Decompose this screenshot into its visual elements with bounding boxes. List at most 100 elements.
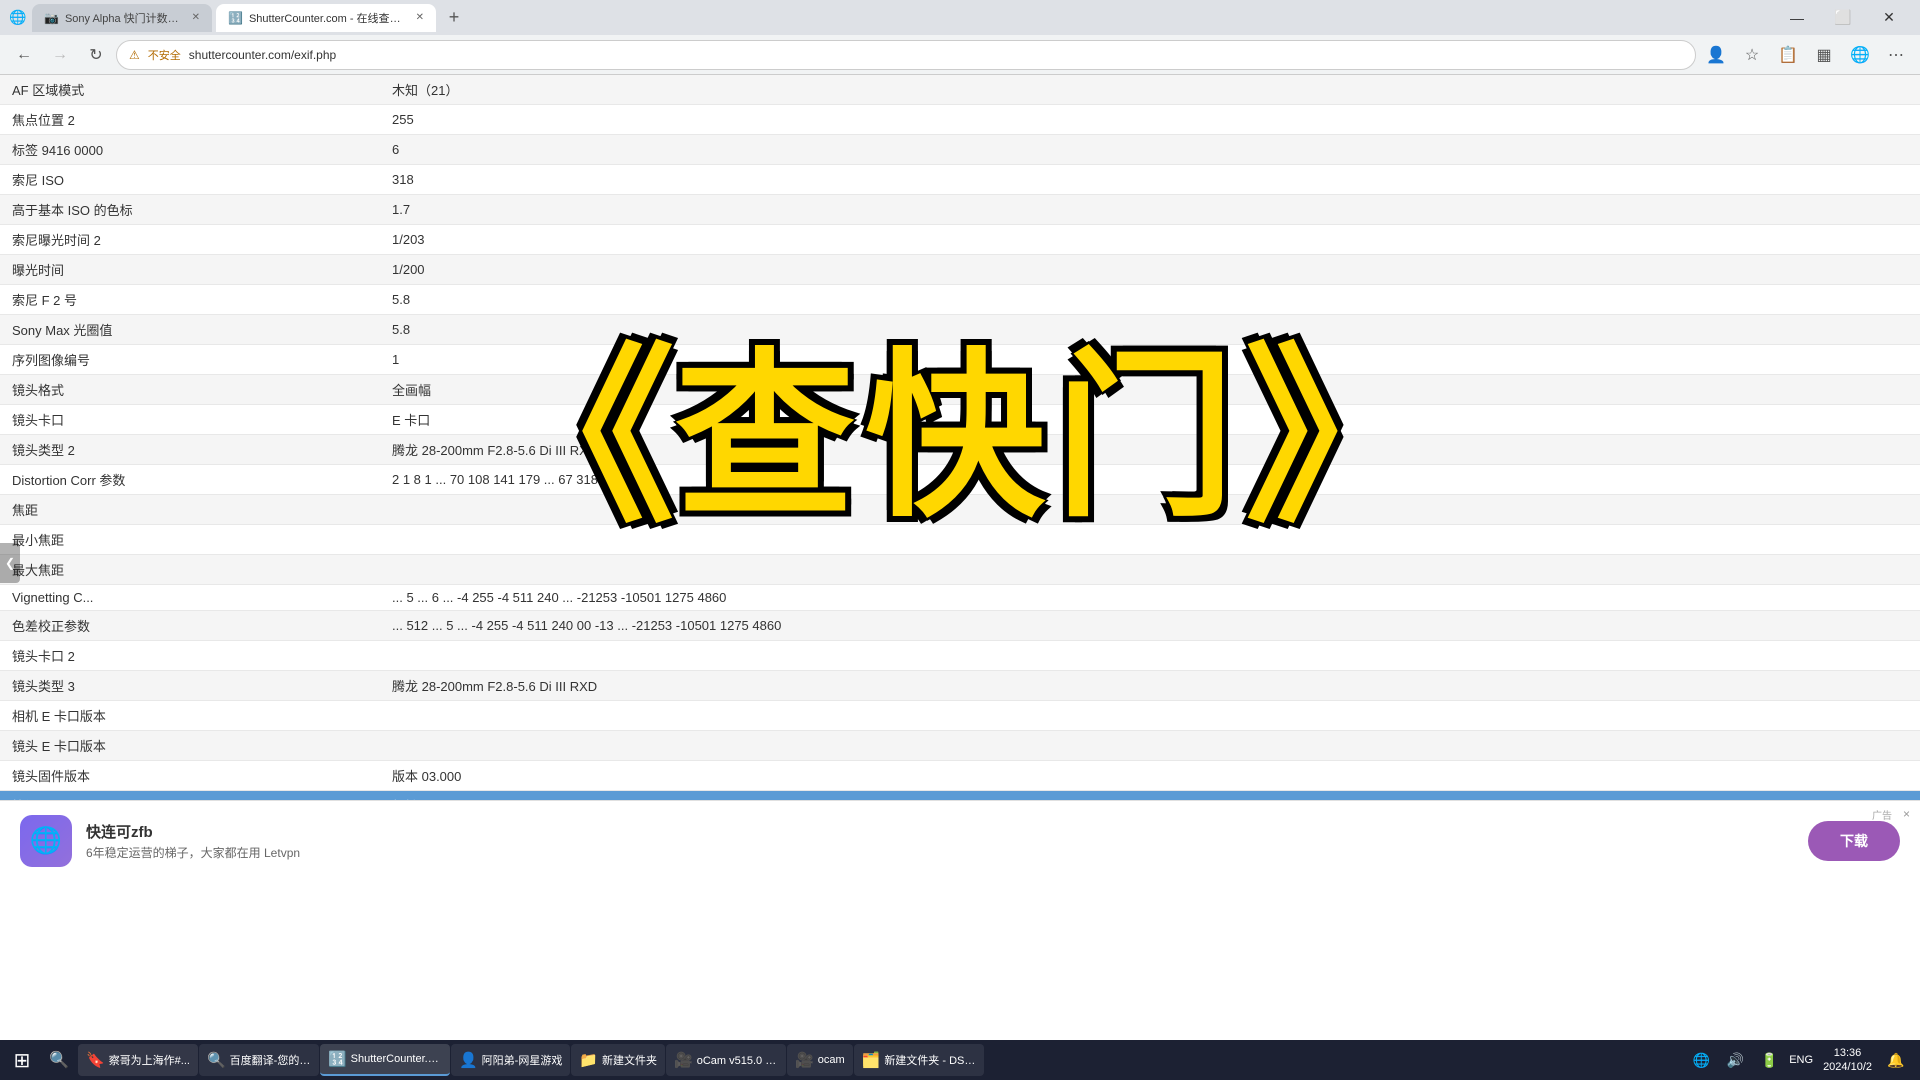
field-label: 镜头 E 卡口版本: [0, 731, 380, 761]
table-row: 索尼 F 2 号 5.8: [0, 285, 1920, 315]
field-label: 高于基本 ISO 的色标: [0, 195, 380, 225]
field-value: 1/200: [380, 255, 1920, 285]
more-icon[interactable]: ⋯: [1880, 39, 1912, 71]
table-row: 曝光时间 1/200: [0, 255, 1920, 285]
profile-icon[interactable]: 👤: [1700, 39, 1732, 71]
field-label: 索尼曝光时间 2: [0, 225, 380, 255]
field-label: Distortion Corr 参数: [0, 465, 380, 495]
taskbar-app-7[interactable]: 🎥 ocam: [787, 1044, 853, 1076]
url-text: shuttercounter.com/exif.php: [189, 48, 336, 62]
field-label: 标签 9416 0000: [0, 135, 380, 165]
table-row: 镜头类型 2 腾龙 28-200mm F2.8-5.6 Di III RXD: [0, 435, 1920, 465]
tab-inactive[interactable]: 📷 Sony Alpha 快门计数工具 ✕: [32, 4, 212, 32]
taskbar-app-4[interactable]: 👤 阿阳弟-网星游戏: [451, 1044, 570, 1076]
reload-button[interactable]: ↻: [80, 39, 112, 71]
ad-download-button[interactable]: 下载: [1808, 821, 1900, 861]
window-icon: 🌐: [8, 8, 28, 28]
taskbar-app-7-label: ocam: [818, 1054, 845, 1066]
favorites-icon[interactable]: ☆: [1736, 39, 1768, 71]
field-label-highlighted: 快门: [0, 791, 380, 801]
table-row: 焦距: [0, 495, 1920, 525]
field-value: 5.8: [380, 315, 1920, 345]
minimize-button[interactable]: —: [1774, 2, 1820, 34]
field-value: 腾龙 28-200mm F2.8-5.6 Di III RXD: [380, 671, 1920, 701]
taskbar-app-2[interactable]: 🔍 百度翻译-您的国际...: [199, 1044, 319, 1076]
tab-close-btn[interactable]: ✕: [192, 12, 200, 23]
field-label: 相机 E 卡口版本: [0, 701, 380, 731]
field-value: E 卡口: [380, 405, 1920, 435]
table-row: 镜头固件版本 版本 03.000: [0, 761, 1920, 791]
field-value: 全画幅: [380, 375, 1920, 405]
ad-close-button[interactable]: ×: [1903, 807, 1910, 821]
field-value: [380, 731, 1920, 761]
taskbar-sound-icon[interactable]: 🔊: [1721, 1046, 1749, 1074]
exif-table-container: AF 区域模式 木知（21） 焦点位置 2 255 标签 9416 0000 6…: [0, 75, 1920, 800]
field-label: 索尼 F 2 号: [0, 285, 380, 315]
taskbar-app-6[interactable]: 🎥 oCam v515.0 实...: [666, 1044, 786, 1076]
field-value: 2 1 8 1 ... 70 108 141 179 ... 67 318 ..…: [380, 465, 1920, 495]
field-label: 镜头卡口 2: [0, 641, 380, 671]
collections-icon[interactable]: 📋: [1772, 39, 1804, 71]
taskbar-app-5[interactable]: 📁 新建文件夹: [571, 1044, 665, 1076]
table-row: 镜头卡口 E 卡口: [0, 405, 1920, 435]
content-area: AF 区域模式 木知（21） 焦点位置 2 255 标签 9416 0000 6…: [0, 75, 1920, 800]
ad-title: 快连可zfb: [86, 821, 1794, 842]
table-row: 相机 E 卡口版本: [0, 701, 1920, 731]
table-row-highlighted: 快门 机械 （18944 96 9）: [0, 791, 1920, 801]
security-badge: 不安全: [148, 47, 181, 63]
table-row: 最大焦距: [0, 555, 1920, 585]
field-label: 最小焦距: [0, 525, 380, 555]
close-button[interactable]: ✕: [1866, 2, 1912, 34]
field-value: ... 5 ... 6 ... -4 255 -4 511 240 ... -2…: [380, 585, 1920, 611]
taskbar-app-3[interactable]: 🔢 ShutterCounter.c...: [320, 1044, 450, 1076]
field-value: 5.8: [380, 285, 1920, 315]
scroll-left-indicator[interactable]: ❮: [0, 543, 20, 583]
taskbar-notification-icon[interactable]: 🔔: [1882, 1046, 1910, 1074]
taskbar-right-area: 🌐 🔊 🔋 ENG 13:36 2024/10/2 🔔: [1687, 1046, 1916, 1075]
taskbar-battery-icon[interactable]: 🔋: [1755, 1046, 1783, 1074]
taskbar-app-6-icon: 🎥: [674, 1051, 693, 1069]
field-label: 索尼 ISO: [0, 165, 380, 195]
maximize-button[interactable]: ⬜: [1820, 2, 1866, 34]
field-value: 版本 03.000: [380, 761, 1920, 791]
field-label: 镜头格式: [0, 375, 380, 405]
back-button[interactable]: ←: [8, 39, 40, 71]
field-label: AF 区域模式: [0, 75, 380, 105]
taskbar-app-5-label: 新建文件夹: [602, 1052, 657, 1068]
taskbar-app-4-label: 阿阳弟-网星游戏: [482, 1052, 563, 1068]
browser-window: 🌐 📷 Sony Alpha 快门计数工具 ✕ 🔢 ShutterCounter…: [0, 0, 1920, 880]
taskbar-app-1-icon: 🔖: [86, 1051, 105, 1069]
taskbar-clock[interactable]: 13:36 2024/10/2: [1819, 1046, 1876, 1075]
field-label: 最大焦距: [0, 555, 380, 585]
tab-label: Sony Alpha 快门计数工具: [65, 10, 186, 26]
table-row: 镜头 E 卡口版本: [0, 731, 1920, 761]
forward-button[interactable]: →: [44, 39, 76, 71]
field-label: 焦距: [0, 495, 380, 525]
table-row: 索尼曝光时间 2 1/203: [0, 225, 1920, 255]
field-value: 255: [380, 105, 1920, 135]
field-value: 1.7: [380, 195, 1920, 225]
table-row: 镜头卡口 2: [0, 641, 1920, 671]
extension-icon[interactable]: 🌐: [1844, 39, 1876, 71]
sidebar-icon[interactable]: ▦: [1808, 39, 1840, 71]
table-row: Distortion Corr 参数 2 1 8 1 ... 70 108 14…: [0, 465, 1920, 495]
add-tab-button[interactable]: +: [440, 4, 468, 32]
tab-active-icon: 🔢: [228, 11, 243, 25]
field-label: 镜头类型 3: [0, 671, 380, 701]
start-button[interactable]: ⊞: [4, 1042, 40, 1078]
table-row: 索尼 ISO 318: [0, 165, 1920, 195]
field-value: 1/203: [380, 225, 1920, 255]
taskbar-app-8[interactable]: 🗂️ 新建文件夹 - DSC...: [854, 1044, 984, 1076]
taskbar-app-8-label: 新建文件夹 - DSC...: [884, 1052, 975, 1068]
table-row: Sony Max 光圈值 5.8: [0, 315, 1920, 345]
field-value: 6: [380, 135, 1920, 165]
taskbar-date: 2024/10/2: [1823, 1060, 1872, 1074]
tab-active[interactable]: 🔢 ShutterCounter.com - 在线查断#... ✕: [216, 4, 436, 32]
taskbar-network-icon[interactable]: 🌐: [1687, 1046, 1715, 1074]
ad-text: 快连可zfb 6年稳定运营的梯子，大家都在用 Letvpn: [86, 821, 1794, 861]
search-taskbar-button[interactable]: 🔍: [41, 1042, 77, 1078]
field-label: 序列图像编号: [0, 345, 380, 375]
taskbar-app-1[interactable]: 🔖 察哥为上海作#...: [78, 1044, 198, 1076]
tab-active-close-btn[interactable]: ✕: [416, 12, 424, 23]
nav-bar: ← → ↻ ⚠ 不安全 shuttercounter.com/exif.php …: [0, 35, 1920, 75]
